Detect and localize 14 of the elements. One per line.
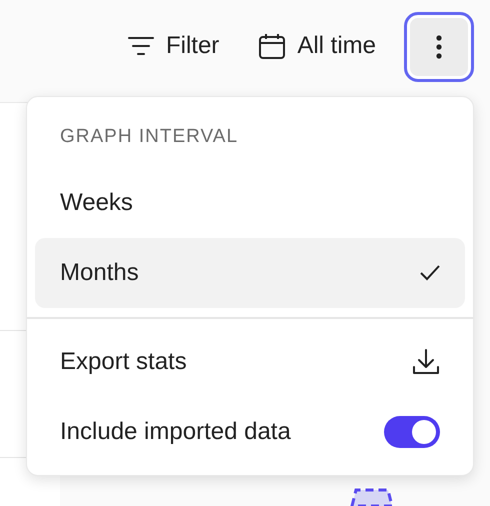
filter-icon: [128, 36, 154, 56]
filter-button[interactable]: Filter: [116, 20, 232, 72]
download-icon: [412, 348, 440, 376]
more-button[interactable]: [404, 12, 474, 82]
date-button[interactable]: All time: [247, 20, 388, 72]
section-label: GRAPH INTERVAL: [59, 125, 240, 149]
toggle-switch[interactable]: [384, 416, 440, 448]
menu-item[interactable]: Months: [35, 238, 465, 308]
menu-item[interactable]: Weeks: [35, 168, 465, 238]
check-icon: [420, 264, 440, 280]
menu-item[interactable]: Include imported data: [35, 396, 465, 466]
menu-item[interactable]: Export stats: [35, 326, 465, 396]
more-icon: [436, 35, 442, 59]
calendar-icon: [259, 33, 286, 59]
